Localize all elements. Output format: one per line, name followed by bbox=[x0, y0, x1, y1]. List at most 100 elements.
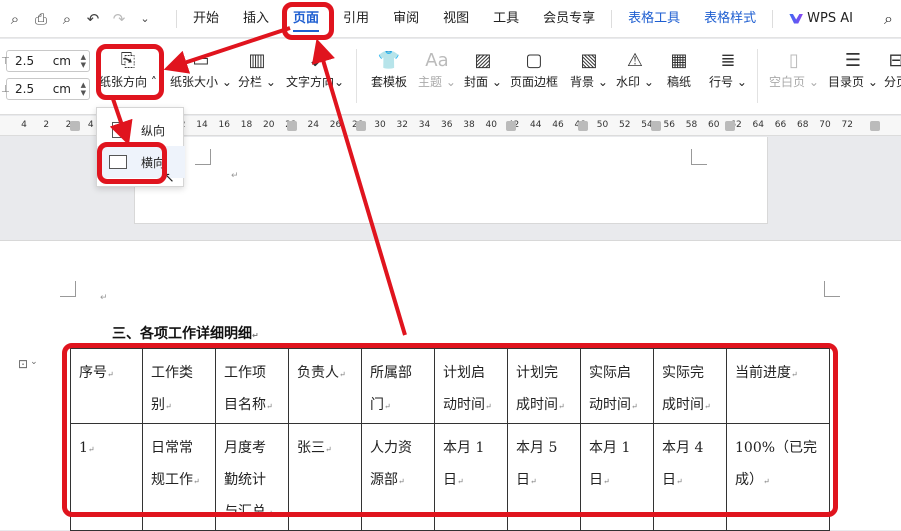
table-handle-icon: ⊡ bbox=[18, 357, 29, 371]
background-button[interactable]: ▧ 背景 ⌄ bbox=[570, 47, 608, 90]
table-cell[interactable]: 月度考勤统计与汇总↵ bbox=[215, 423, 289, 531]
cell-text-line: 月度考 bbox=[224, 440, 266, 456]
theme-button[interactable]: Aa 主题 ⌄ bbox=[418, 47, 456, 90]
orientation-portrait-option[interactable]: 纵向 bbox=[97, 114, 185, 146]
cell-text-line: 计划启 bbox=[443, 365, 485, 381]
table-header-cell[interactable]: 所属部 门↵ bbox=[361, 348, 435, 424]
ruler-tick-label: 64 bbox=[752, 120, 764, 130]
table-header-cell[interactable]: 实际完 成时间↵ bbox=[653, 348, 727, 424]
table-header-cell[interactable]: 计划启 动时间↵ bbox=[434, 348, 508, 424]
cell-text-line: 动时间↵ bbox=[589, 397, 638, 413]
table-cell[interactable]: 人力资源部↵ bbox=[361, 423, 435, 531]
toc-page-button[interactable]: ☰ 目录页 ⌄ bbox=[828, 47, 878, 90]
cell-text-line: 1↵ bbox=[79, 440, 95, 456]
line-number-button[interactable]: ≣ 行号 ⌄ bbox=[709, 47, 747, 90]
table-move-handle[interactable]: ⊡ ⌄ bbox=[18, 357, 38, 371]
search-icon[interactable]: ⌕ bbox=[884, 9, 893, 29]
cell-text-line: 当前进度↵ bbox=[735, 365, 798, 381]
work-details-table[interactable]: 序号↵ 工作类 别↵ 工作项 目名称↵ 负责人↵ 所属部 门↵ 计划启 动时间↵ 计划完 成时间↵ 实际… bbox=[70, 348, 830, 531]
redo-icon[interactable]: ↷ bbox=[106, 6, 132, 32]
table-header-cell[interactable]: 实际启 动时间↵ bbox=[580, 348, 654, 424]
template-label: 套模板 bbox=[371, 75, 408, 89]
ruler-column-marker-icon[interactable] bbox=[578, 121, 588, 131]
table-header-cell[interactable]: 序号↵ bbox=[70, 348, 143, 424]
ruler-tick-label: 46 bbox=[552, 120, 564, 130]
orientation-label: 纸张方向 ˄ bbox=[99, 75, 157, 89]
template-icon: 👕 bbox=[377, 49, 401, 71]
table-header-cell[interactable]: 工作类 别↵ bbox=[142, 348, 216, 424]
text-direction-button[interactable]: ↓ 文字方向⌄ bbox=[286, 47, 344, 90]
ruler-indent-handle-icon[interactable] bbox=[70, 121, 80, 131]
cell-text-line: 日↵ bbox=[516, 472, 537, 488]
orientation-button[interactable]: ⎘ 纸张方向 ˄ bbox=[99, 47, 157, 90]
page-border-button[interactable]: ▢ 页面边框 bbox=[510, 47, 558, 90]
tab-page[interactable]: 页面 bbox=[281, 0, 331, 38]
cover-button[interactable]: ▨ 封面 ⌄ bbox=[464, 47, 502, 90]
format-painter-icon[interactable]: ⌕ bbox=[2, 6, 28, 32]
table-cell[interactable]: 1↵ bbox=[70, 423, 143, 531]
cell-text-line: 源部↵ bbox=[370, 472, 405, 488]
spinner-arrows-icon[interactable]: ▲ ▼ bbox=[81, 81, 86, 97]
table-header-cell[interactable]: 计划完 成时间↵ bbox=[507, 348, 581, 424]
page-break-button[interactable]: ⊟ 分页 bbox=[884, 47, 901, 90]
ruler-tick-label: 52 bbox=[619, 120, 631, 130]
spinner-arrows-icon[interactable]: ▲ ▼ bbox=[81, 53, 86, 69]
manuscript-label: 稿纸 bbox=[667, 75, 692, 89]
margin-bottom-input[interactable]: ⊥ 2.5 cm ▲ ▼ bbox=[1, 78, 90, 100]
ruler-tick-label: 30 bbox=[374, 120, 386, 130]
table-cell[interactable]: 本月 4 日↵ bbox=[653, 423, 727, 531]
print-icon[interactable]: ⎙ bbox=[28, 6, 54, 32]
tab-wps-ai[interactable]: WPS AI bbox=[777, 0, 865, 38]
blank-page-label: 空白页 ⌄ bbox=[769, 75, 819, 89]
table-cell[interactable]: 本月 5 日↵ bbox=[507, 423, 581, 531]
page-orientation-icon: ⎘ bbox=[120, 49, 136, 71]
cell-text-line: 与汇总↵ bbox=[224, 504, 273, 520]
text-direction-label: 文字方向⌄ bbox=[286, 75, 345, 89]
margin-bottom-value: 2.5 bbox=[15, 82, 35, 96]
ruler-column-marker-icon[interactable] bbox=[287, 121, 297, 131]
tab-home[interactable]: 开始 bbox=[181, 0, 231, 38]
watermark-button[interactable]: ⚠ 水印 ⌄ bbox=[616, 47, 654, 90]
print-preview-icon[interactable]: ⌕ bbox=[54, 6, 80, 32]
table-cell[interactable]: 日常常 规工作↵ bbox=[142, 423, 216, 531]
table-cell[interactable]: 张三↵ bbox=[288, 423, 362, 531]
tab-references[interactable]: 引用 bbox=[331, 0, 381, 38]
template-button[interactable]: 👕 套模板 bbox=[371, 47, 407, 90]
ruler-column-marker-icon[interactable] bbox=[651, 121, 661, 131]
blank-page-button[interactable]: ▯ 空白页 ⌄ bbox=[769, 47, 819, 90]
table-cell[interactable]: 100%（已完 成）↵ bbox=[726, 423, 830, 531]
manuscript-icon: ▦ bbox=[670, 49, 688, 71]
paper-size-button[interactable]: ▭ 纸张大小 ⌄ bbox=[170, 47, 232, 90]
ruler-column-marker-icon[interactable] bbox=[725, 121, 735, 131]
ruler-column-marker-icon[interactable] bbox=[506, 121, 516, 131]
tab-table-style[interactable]: 表格样式 bbox=[692, 0, 768, 38]
more-chevron-icon[interactable]: ⌄ bbox=[132, 6, 158, 32]
table-cell[interactable]: 本月 1 日↵ bbox=[580, 423, 654, 531]
table-cell[interactable]: 本月 1 日↵ bbox=[434, 423, 508, 531]
tab-membership[interactable]: 会员专享 bbox=[531, 0, 607, 38]
tab-insert[interactable]: 插入 bbox=[231, 0, 281, 38]
manuscript-button[interactable]: ▦ 稿纸 bbox=[667, 47, 691, 90]
margin-corner-mark bbox=[195, 149, 211, 165]
ruler-tick-label: 66 bbox=[774, 120, 787, 130]
quick-access-toolbar: ⌕ ⎙ ⌕ ↶ ↷ ⌄ bbox=[0, 6, 158, 32]
margin-top-input[interactable]: ⊤ 2.5 cm ▲ ▼ bbox=[1, 50, 90, 72]
ruler-column-marker-icon[interactable] bbox=[870, 121, 880, 131]
cell-text-line: 人力资 bbox=[370, 440, 412, 456]
tab-view[interactable]: 视图 bbox=[431, 0, 481, 38]
tab-review[interactable]: 审阅 bbox=[381, 0, 431, 38]
ruler-column-marker-icon[interactable] bbox=[356, 121, 366, 131]
columns-button[interactable]: ▥ 分栏 ⌄ bbox=[238, 47, 276, 90]
table-header-cell[interactable]: 负责人↵ bbox=[288, 348, 362, 424]
theme-icon: Aa bbox=[425, 49, 449, 71]
tab-tools[interactable]: 工具 bbox=[481, 0, 531, 38]
table-header-cell[interactable]: 工作项 目名称↵ bbox=[215, 348, 289, 424]
tab-table-tools[interactable]: 表格工具 bbox=[616, 0, 692, 38]
undo-icon[interactable]: ↶ bbox=[80, 6, 106, 32]
ruler-tick-label: 44 bbox=[530, 120, 542, 130]
cell-text-line: 规工作↵ bbox=[151, 472, 200, 488]
cell-text-line: 勤统计 bbox=[224, 472, 266, 488]
cell-text-line: 工作项 bbox=[224, 365, 266, 381]
ribbon-toolbar: ⊤ 2.5 cm ▲ ▼ ⊥ 2.5 cm ▲ ▼ ⎘ 纸张方向 ˄ ▭ 纸张大小 … bbox=[0, 39, 901, 115]
table-header-cell[interactable]: 当前进度↵ bbox=[726, 348, 830, 424]
